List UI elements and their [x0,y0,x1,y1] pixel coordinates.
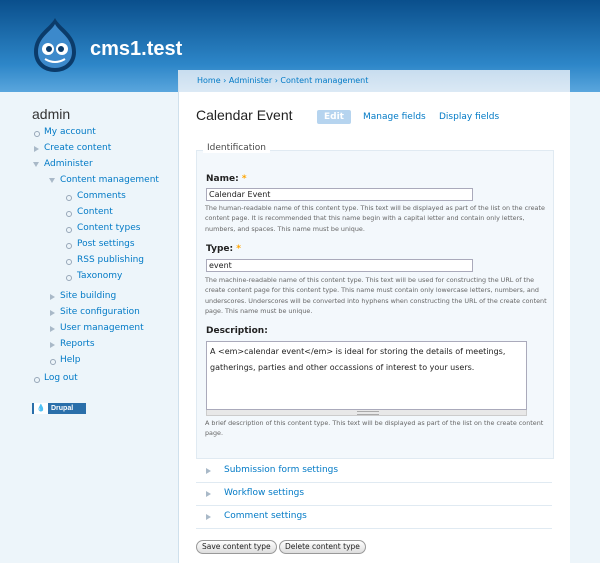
collapsed-arrow-icon [206,468,211,474]
name-label-text: Name: [206,174,239,184]
save-content-type-button[interactable]: Save content type [196,540,277,554]
textarea-resize-grip[interactable] [206,410,527,416]
collapsed-arrow-icon [50,342,55,348]
type-label-text: Type: [206,244,234,254]
sidebar-item-rss-publishing[interactable]: RSS publishing [77,255,144,265]
breadcrumb[interactable]: Home › Administer › Content management [197,76,368,85]
expanded-arrow-icon [49,178,55,183]
collapsed-arrow-icon [50,310,55,316]
sidebar-username: admin [32,106,71,122]
sidebar-item-site-configuration[interactable]: Site configuration [60,307,140,317]
sidebar-item-content-management[interactable]: Content management [60,175,159,185]
name-label: Name: * [206,174,247,184]
description-label: Description: [206,326,268,336]
collapsed-arrow-icon [50,326,55,332]
collapsed-arrow-icon [50,294,55,300]
sidebar-item-create-content[interactable]: Create content [44,143,111,153]
sidebar-item-my-account[interactable]: My account [44,127,96,137]
description-textarea[interactable]: A <em>calendar event</em> is ideal for s… [206,341,527,410]
sidebar: admin My account Create content Administ… [0,92,178,563]
bullet-icon [50,359,56,365]
collapsible-label[interactable]: Workflow settings [224,488,304,498]
expanded-arrow-icon [33,162,39,167]
tab-manage-fields[interactable]: Manage fields [363,110,426,124]
sidebar-item-content[interactable]: Content [77,207,113,217]
bullet-icon [34,131,40,137]
bullet-icon [66,227,72,233]
comment-settings[interactable]: Comment settings [196,506,552,529]
site-name[interactable]: cms1.test [90,38,182,61]
bullet-icon [66,259,72,265]
collapsible-label[interactable]: Comment settings [224,511,307,521]
type-field[interactable]: event [206,259,473,272]
tab-display-fields[interactable]: Display fields [439,110,499,124]
collapsible-label[interactable]: Submission form settings [224,465,338,475]
main-content: Home › Administer › Content management C… [178,70,570,563]
submission-form-settings[interactable]: Submission form settings [196,460,552,483]
drupal-badge-label: Drupal [51,405,74,412]
name-description: The human-readable name of this content … [205,204,545,233]
bullet-icon [66,211,72,217]
sidebar-item-taxonomy[interactable]: Taxonomy [77,271,122,281]
name-field[interactable]: Calendar Event [206,188,473,201]
bullet-icon [66,243,72,249]
collapsed-arrow-icon [206,514,211,520]
tab-edit[interactable]: Edit [317,110,351,124]
type-description: The machine-readable name of this conten… [205,276,547,316]
powered-by-drupal-badge[interactable]: 💧 Drupal [32,403,86,414]
sidebar-item-help[interactable]: Help [60,355,81,365]
sidebar-item-post-settings[interactable]: Post settings [77,239,135,249]
delete-content-type-button[interactable]: Delete content type [279,540,366,554]
drupal-logo-icon[interactable] [30,16,80,76]
sidebar-item-site-building[interactable]: Site building [60,291,116,301]
collapsed-arrow-icon [34,146,39,152]
bullet-icon [66,195,72,201]
sidebar-item-comments[interactable]: Comments [77,191,126,201]
fieldset-legend: Identification [203,143,271,153]
sidebar-item-log-out[interactable]: Log out [44,373,78,383]
bullet-icon [66,275,72,281]
breadcrumb-bar: Home › Administer › Content management [179,70,570,92]
page-title: Calendar Event [196,107,293,123]
sidebar-item-reports[interactable]: Reports [60,339,95,349]
drupal-drop-icon: 💧 [34,403,48,414]
workflow-settings[interactable]: Workflow settings [196,483,552,506]
type-label: Type: * [206,244,241,254]
bullet-icon [34,377,40,383]
grip-icon [357,411,379,415]
required-mark: * [241,174,247,184]
description-help: A brief description of this content type… [205,419,544,438]
sidebar-item-content-types[interactable]: Content types [77,223,140,233]
collapsed-arrow-icon [206,491,211,497]
sidebar-item-user-management[interactable]: User management [60,323,144,333]
sidebar-item-administer[interactable]: Administer [44,159,93,169]
required-mark: * [236,244,241,254]
